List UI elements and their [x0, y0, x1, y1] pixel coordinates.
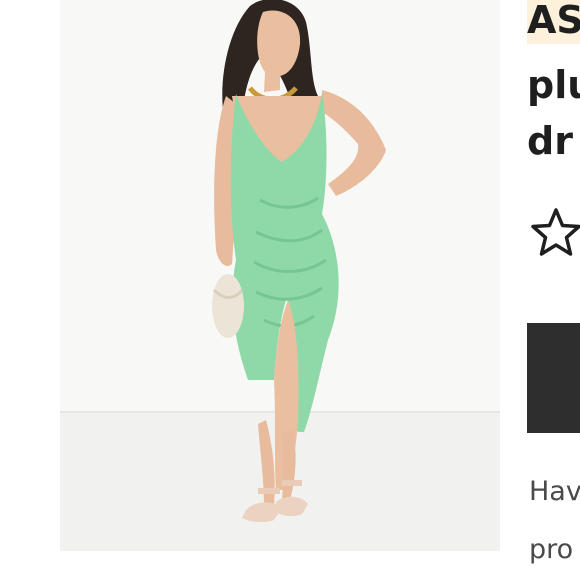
description-line: pro: [529, 534, 574, 565]
product-title-line: plu: [527, 63, 580, 107]
model-illustration: [60, 0, 500, 551]
product-title-line: AS: [527, 0, 580, 42]
add-to-bag-button[interactable]: [527, 323, 580, 433]
product-image[interactable]: [60, 0, 500, 551]
product-title-line: dr: [527, 119, 573, 163]
description-line: Hav: [529, 476, 580, 507]
star-outline-icon[interactable]: [529, 206, 580, 260]
product-page: AS plu dr Hav pro: [0, 0, 580, 580]
